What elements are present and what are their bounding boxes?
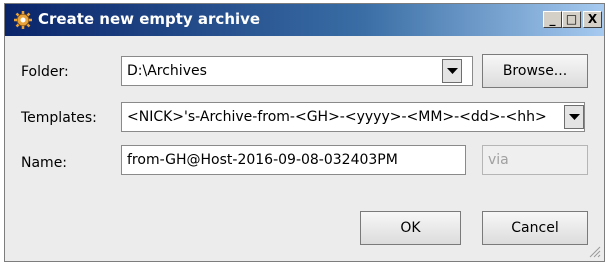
archive-gear-icon: [14, 11, 32, 29]
folder-dropdown-button[interactable]: [442, 59, 462, 83]
name-label: Name:: [21, 155, 68, 171]
via-input: via: [482, 145, 588, 175]
title-bar[interactable]: Create new empty archive _ □ X: [5, 4, 604, 36]
maximize-button[interactable]: □: [562, 11, 581, 28]
browse-button[interactable]: Browse...: [482, 54, 588, 88]
folder-combobox[interactable]: D:\Archives: [121, 56, 473, 86]
ok-button[interactable]: OK: [360, 211, 461, 245]
name-input[interactable]: from-GH@Host-2016-09-08-032403PM: [121, 145, 466, 175]
minimize-button[interactable]: _: [543, 11, 562, 28]
resize-grip-icon[interactable]: [589, 246, 601, 258]
templates-dropdown-button[interactable]: [564, 105, 584, 129]
create-archive-dialog: Create new empty archive _ □ X Folder: D…: [4, 3, 605, 262]
via-value: via: [488, 152, 509, 168]
chevron-down-icon: [569, 114, 580, 120]
folder-value: D:\Archives: [127, 63, 207, 79]
chevron-down-icon: [447, 68, 458, 74]
templates-label: Templates:: [21, 110, 97, 126]
name-value: from-GH@Host-2016-09-08-032403PM: [127, 152, 398, 168]
folder-label: Folder:: [21, 64, 69, 80]
templates-combobox[interactable]: <NICK>'s-Archive-from-<GH>-<yyyy>-<MM>-<…: [121, 102, 585, 132]
close-button[interactable]: X: [583, 11, 602, 28]
window-title: Create new empty archive: [38, 10, 261, 28]
templates-value: <NICK>'s-Archive-from-<GH>-<yyyy>-<MM>-<…: [127, 109, 547, 125]
cancel-button[interactable]: Cancel: [482, 211, 588, 245]
